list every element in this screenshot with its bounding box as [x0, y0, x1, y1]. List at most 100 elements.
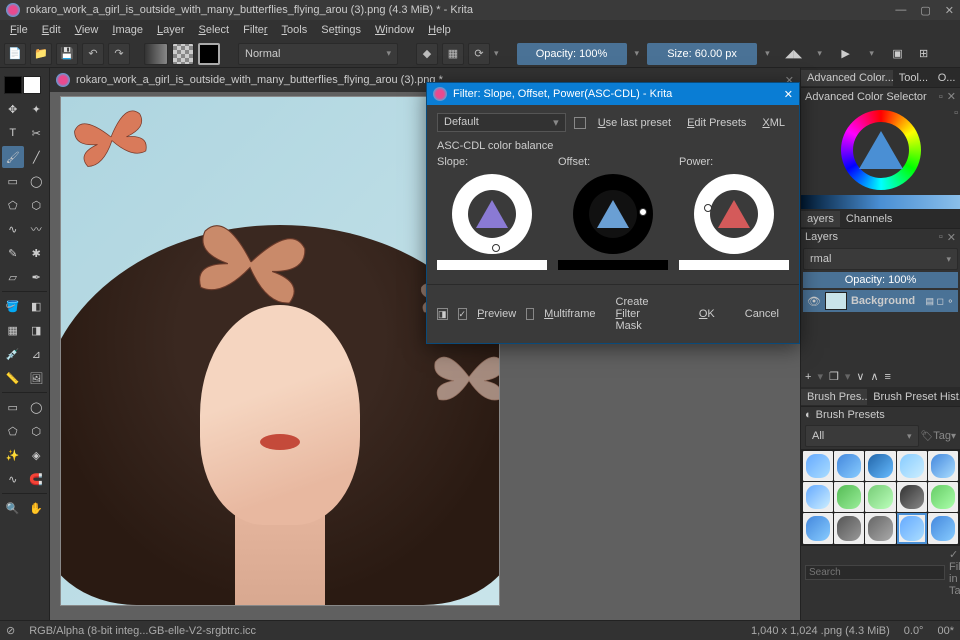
brush-preset[interactable]	[865, 513, 895, 543]
reference-tool-icon[interactable]: 🖼	[26, 367, 48, 389]
color-wheel[interactable]: ▫	[801, 105, 960, 195]
assistant-tool-icon[interactable]: ⊿	[26, 343, 48, 365]
brush-preset[interactable]	[928, 482, 958, 512]
cancel-button[interactable]: Cancel	[735, 305, 789, 323]
poly-select-icon[interactable]: ⬠	[2, 420, 24, 442]
smart-fill-icon[interactable]: ◨	[26, 319, 48, 341]
dynamic-brush-icon[interactable]: ✎	[2, 242, 24, 264]
mirror-vertical-icon[interactable]: ▶	[836, 44, 856, 64]
edit-presets-button[interactable]: Edit Presets	[683, 115, 750, 131]
window-maximize[interactable]: ▢	[920, 4, 930, 17]
open-doc-icon[interactable]: 📁	[30, 43, 52, 65]
measure-tool-icon[interactable]: 📏	[2, 367, 24, 389]
menu-window[interactable]: Window	[369, 22, 420, 38]
preset-dropdown[interactable]: Default	[437, 113, 566, 132]
tab-overview[interactable]: O...	[932, 70, 960, 86]
undo-icon[interactable]: ↶	[82, 43, 104, 65]
tab-brush-presets[interactable]: Brush Pres...	[801, 389, 867, 405]
opacity-slider[interactable]: Opacity: 100%	[517, 43, 627, 65]
menu-tools[interactable]: Tools	[276, 22, 314, 38]
brush-preset[interactable]	[928, 451, 958, 481]
blend-mode-dropdown[interactable]: Normal	[238, 43, 398, 65]
brush-preset[interactable]	[834, 451, 864, 481]
brush-preset[interactable]	[803, 482, 833, 512]
menu-file[interactable]: File	[4, 22, 34, 38]
tab-layers[interactable]: ayers	[801, 211, 840, 227]
preview-checkbox[interactable]: ✓	[458, 308, 468, 320]
brush-preset[interactable]	[928, 513, 958, 543]
layer-opacity-slider[interactable]: Opacity: 100%	[803, 272, 958, 288]
ellipse-select-icon[interactable]: ◯	[26, 396, 48, 418]
color-picker-icon[interactable]: 💉	[2, 343, 24, 365]
brush-preset[interactable]	[897, 482, 927, 512]
menu-image[interactable]: Image	[106, 22, 149, 38]
menu-layer[interactable]: Layer	[151, 22, 191, 38]
menu-settings[interactable]: Settings	[315, 22, 367, 38]
edit-shapes-icon[interactable]: ▱	[2, 266, 24, 288]
contiguous-select-icon[interactable]: ✨	[2, 444, 24, 466]
line-tool-icon[interactable]: ╱	[26, 146, 48, 168]
brush-tool-icon[interactable]: 🖌	[2, 146, 24, 168]
freehand-path-icon[interactable]: 〰	[26, 218, 48, 240]
move-tool-icon[interactable]: ✦	[26, 98, 48, 120]
color-profile[interactable]: RGB/Alpha (8-bit integ...GB-elle-V2-srgb…	[29, 625, 256, 637]
dialog-titlebar[interactable]: Filter: Slope, Offset, Power(ASC-CDL) - …	[427, 83, 799, 105]
xml-button[interactable]: XML	[758, 115, 789, 131]
filter-tag-checkbox[interactable]: ✓ Filter in Tag	[949, 548, 960, 597]
brush-preset[interactable]	[865, 451, 895, 481]
crop-tool-icon[interactable]: ✂	[26, 122, 48, 144]
offset-wheel[interactable]	[573, 174, 653, 254]
rect-select-icon[interactable]: ▭	[2, 396, 24, 418]
brush-preset[interactable]	[803, 451, 833, 481]
text-tool-icon[interactable]: T	[2, 122, 24, 144]
ok-button[interactable]: OK	[689, 305, 725, 323]
layer-row[interactable]: 👁 Background ▤ ◻ ⚬	[803, 290, 958, 312]
duplicate-icon[interactable]: ❐	[829, 370, 839, 383]
dialog-close-icon[interactable]: ✕	[784, 88, 793, 101]
menu-select[interactable]: Select	[193, 22, 236, 38]
move-up-icon[interactable]: ∧	[870, 370, 878, 383]
bezier-select-icon[interactable]: ∿	[2, 468, 24, 490]
move-down-icon[interactable]: ∨	[856, 370, 864, 383]
layer-props-icon[interactable]: ▤ ◻ ⚬	[925, 296, 954, 307]
tab-adv-color[interactable]: Advanced Color...	[801, 70, 893, 86]
brush-search-input[interactable]	[805, 565, 945, 580]
save-icon[interactable]: 💾	[56, 43, 78, 65]
free-select-icon[interactable]: ⬡	[26, 420, 48, 442]
eraser-icon[interactable]: ◆	[416, 43, 438, 65]
calligraphy-icon[interactable]: ✒	[26, 266, 48, 288]
zoom-tool-icon[interactable]: 🔍	[2, 497, 24, 519]
alpha-lock-icon[interactable]: ▦	[442, 43, 464, 65]
redo-icon[interactable]: ↷	[108, 43, 130, 65]
mirror-horizontal-icon[interactable]: ◢◣	[784, 44, 804, 64]
brush-preset[interactable]	[865, 482, 895, 512]
brush-size-slider[interactable]: Size: 60.00 px	[647, 43, 757, 65]
polygon-tool-icon[interactable]: ⬠	[2, 194, 24, 216]
tab-tool-opts[interactable]: Tool...	[893, 70, 932, 86]
add-icon[interactable]: +	[805, 371, 811, 383]
brush-preset[interactable]	[834, 513, 864, 543]
close-layers-icon[interactable]: ✕	[947, 231, 956, 244]
transform-tool-icon[interactable]: ✥	[2, 98, 24, 120]
magnetic-select-icon[interactable]: 🧲	[26, 468, 48, 490]
close-panel-icon[interactable]: ✕	[947, 90, 956, 103]
slope-wheel[interactable]	[452, 174, 532, 254]
power-bar[interactable]	[679, 260, 789, 270]
slope-bar[interactable]	[437, 260, 547, 270]
brush-filter-dropdown[interactable]: All	[805, 425, 919, 447]
reload-brush-icon[interactable]: ⟳	[468, 43, 490, 65]
menu-help[interactable]: Help	[422, 22, 457, 38]
similar-select-icon[interactable]: ◈	[26, 444, 48, 466]
brush-preset[interactable]	[834, 482, 864, 512]
fg-swatch[interactable]	[4, 76, 22, 94]
offset-bar[interactable]	[558, 260, 668, 270]
window-minimize[interactable]: —	[895, 4, 906, 17]
workspace-icon[interactable]: ⊞	[914, 44, 934, 64]
preview-toggle-icon[interactable]: ◨	[437, 308, 448, 320]
color-strip[interactable]	[801, 195, 960, 209]
menu-edit[interactable]: Edit	[36, 22, 67, 38]
ellipse-tool-icon[interactable]: ◯	[26, 170, 48, 192]
tab-brush-history[interactable]: Brush Preset Hist...	[867, 389, 960, 405]
gradient-tool-icon[interactable]: ◧	[26, 295, 48, 317]
brush-preset[interactable]	[897, 451, 927, 481]
